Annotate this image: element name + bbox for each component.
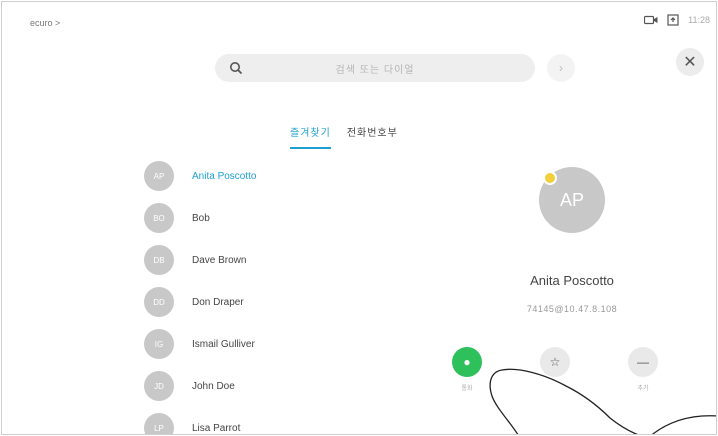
list-item[interactable]: BO Bob: [144, 202, 256, 234]
search-icon: [229, 61, 243, 75]
contact-list: AP Anita Poscotto BO Bob DB Dave Brown D…: [144, 160, 256, 434]
detail-address: 74145@10.47.8.108: [526, 304, 618, 314]
status-bar: 11:28: [644, 14, 710, 26]
list-item[interactable]: DB Dave Brown: [144, 244, 256, 276]
tab-bar: 즐겨찾기 전화번호부: [290, 124, 398, 149]
contact-name: Don Draper: [192, 296, 244, 308]
avatar: DB: [144, 245, 174, 275]
search-next-button[interactable]: ›: [547, 54, 575, 82]
touch-screen: ecuro > 11:28 검색 또는 다이얼 › ✕ 즐겨찾기 전화번호부 A…: [1, 1, 717, 435]
avatar: BO: [144, 203, 174, 233]
tab-favorites[interactable]: 즐겨찾기: [290, 124, 331, 149]
contact-name: Anita Poscotto: [192, 170, 257, 182]
clock: 11:28: [688, 15, 710, 25]
list-item[interactable]: LP Lisa Parrot: [144, 412, 256, 434]
search-placeholder: 검색 또는 다이얼: [335, 64, 415, 76]
favorite-badge: [543, 171, 557, 185]
contact-name: Bob: [192, 212, 210, 224]
list-item[interactable]: JD John Doe: [144, 370, 256, 402]
search-input[interactable]: 검색 또는 다이얼: [215, 54, 535, 82]
avatar: LP: [144, 413, 174, 434]
detail-name: Anita Poscotto: [530, 273, 614, 288]
contact-detail: AP Anita Poscotto 74145@10.47.8.108: [472, 167, 672, 314]
list-item[interactable]: AP Anita Poscotto: [144, 160, 256, 192]
avatar: IG: [144, 329, 174, 359]
detail-initials: AP: [559, 189, 584, 210]
avatar: DD: [144, 287, 174, 317]
list-item[interactable]: IG Ismail Gulliver: [144, 328, 256, 360]
tab-directory[interactable]: 전화번호부: [347, 124, 398, 149]
contact-name: Dave Brown: [192, 254, 247, 266]
contact-name: John Doe: [192, 380, 235, 392]
list-item[interactable]: DD Don Draper: [144, 286, 256, 318]
call-icon: ●: [463, 355, 471, 369]
search-row: 검색 또는 다이얼 ›: [215, 54, 575, 82]
contact-name: Ismail Gulliver: [192, 338, 255, 350]
avatar: AP: [144, 161, 174, 191]
close-button[interactable]: ✕: [676, 48, 704, 76]
device-name[interactable]: ecuro >: [30, 18, 60, 28]
screen-share-icon[interactable]: [666, 14, 680, 26]
avatar: JD: [144, 371, 174, 401]
detail-avatar: AP: [539, 167, 605, 233]
contact-name: Lisa Parrot: [192, 422, 241, 434]
hand-pointer-icon: [489, 368, 716, 434]
camera-icon[interactable]: [644, 14, 658, 26]
